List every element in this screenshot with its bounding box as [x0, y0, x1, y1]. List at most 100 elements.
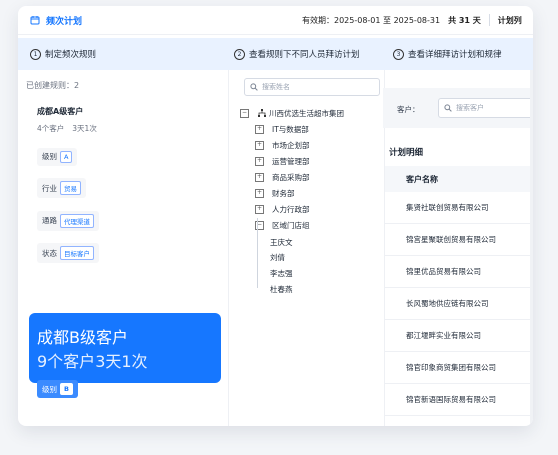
customer-count: 4个客户	[37, 124, 65, 133]
table-header: 客户名称	[385, 166, 533, 192]
rule-meta: 9个客户3天1次	[37, 348, 221, 372]
header-summary: 有效期：2025-08-01 至 2025-08-31 共 31 天 计划列	[302, 6, 533, 34]
frequency-plan-card: 频次计划 有效期：2025-08-01 至 2025-08-31 共 31 天 …	[18, 6, 533, 426]
step-2[interactable]: 2 查看规则下不同人员拜访计划	[234, 38, 360, 70]
attr-tag: 代理渠道	[60, 213, 94, 228]
department-name: IT与数据部	[272, 124, 309, 134]
rule-attr: 通路 代理渠道	[37, 210, 99, 231]
expand-icon[interactable]: +	[255, 124, 264, 134]
department-name: 人力行政部	[272, 204, 310, 214]
table-row[interactable]: 都江堰畔实业有限公司	[385, 320, 533, 352]
rule-name: 成都B级客户	[37, 328, 128, 347]
tree-root[interactable]: − 川西优选生活超市集团	[240, 107, 344, 119]
search-placeholder: 搜索姓名	[262, 83, 290, 91]
tree-person[interactable]: 李志强	[270, 267, 293, 279]
customer-count: 9个客户	[37, 352, 96, 371]
table-row[interactable]: 锦官印象商贸集团有限公司	[385, 352, 533, 384]
rules-panel: 已创建规则：2 成都A级客户 4个客户 3天1次 级别 A 行业 贸易 通路 代理渠道 …	[18, 70, 229, 426]
search-placeholder: 搜索客户	[456, 104, 484, 112]
title-text: 频次计划	[46, 16, 83, 27]
step-label: 查看规则下不同人员拜访计划	[249, 50, 360, 60]
rule-attr-row: 状态 目标客户	[37, 241, 220, 263]
search-icon	[444, 104, 452, 112]
attr-label: 级别	[42, 384, 57, 394]
department-name: 运营管理部	[272, 156, 310, 166]
step-label: 制定频次规则	[45, 50, 97, 60]
tree-department[interactable]: + 运营管理部	[255, 155, 310, 167]
tree-department[interactable]: + 财务部	[255, 187, 295, 199]
customer-filter: 客户： 搜索客户	[383, 88, 533, 128]
attr-label: 状态	[42, 248, 57, 258]
validity-text: 有效期：2025-08-01 至 2025-08-31	[302, 15, 441, 25]
step-number: 2	[234, 48, 245, 60]
rule-name: 成都A级客户	[37, 107, 84, 116]
visit-frequency: 3天1次	[95, 352, 148, 371]
rule-count: 已创建规则：2	[26, 81, 80, 90]
name-search-input[interactable]: 搜索姓名	[244, 78, 380, 96]
rule-card-a[interactable]: 成都A级客户 4个客户 3天1次 级别 A 行业 贸易 通路 代理渠道 状态 目标客户	[26, 106, 220, 263]
tree-person[interactable]: 王庆文	[270, 236, 293, 248]
table-row[interactable]: 锦宫星聚联创贸易有限公司	[385, 224, 533, 256]
tree-department[interactable]: + 商品采购部	[255, 171, 310, 183]
plan-detail-table: 客户名称 集贤社联创贸易有限公司 锦宫星聚联创贸易有限公司 锦里优品贸易有限公司…	[385, 166, 533, 416]
customer-label: 客户：	[397, 105, 420, 114]
attr-tag: 贸易	[60, 181, 81, 195]
collapse-icon[interactable]: −	[240, 108, 249, 118]
table-row[interactable]: 锦官新语国际贸易有限公司	[385, 384, 533, 416]
rule-meta: 4个客户 3天1次	[37, 123, 220, 134]
rule-attr: 状态 目标客户	[37, 243, 99, 263]
top-bar: 频次计划 有效期：2025-08-01 至 2025-08-31 共 31 天 …	[18, 6, 533, 35]
department-name: 财务部	[272, 188, 295, 198]
table-row[interactable]: 锦里优品贸易有限公司	[385, 256, 533, 288]
tree-department[interactable]: + IT与数据部	[255, 123, 309, 135]
org-root-icon	[258, 109, 266, 117]
detail-panel: 客户： 搜索客户 计划明细 客户名称 集贤社联创贸易有限公司 锦宫星聚联创贸易有…	[383, 70, 533, 426]
customer-search-input[interactable]: 搜索客户	[438, 98, 533, 118]
attr-tag: B	[60, 383, 73, 395]
tree-connector	[257, 218, 258, 288]
attr-tag: 目标客户	[60, 246, 94, 260]
step-number: 1	[30, 48, 41, 60]
step-bar: 1 制定频次规则 2 查看规则下不同人员拜访计划 3 查看详细拜访计划和规律	[18, 38, 533, 70]
step-label: 查看详细拜访计划和规律	[408, 50, 502, 60]
rule-attr: 行业 贸易	[37, 178, 86, 198]
rule-card-b-selected[interactable]: 成都B级客户 9个客户3天1次 级别 B	[29, 313, 221, 398]
department-name: 商品采购部	[272, 172, 310, 182]
department-name: 市场企划部	[272, 140, 310, 150]
expand-icon[interactable]: +	[255, 140, 264, 150]
tree-person[interactable]: 杜春燕	[270, 283, 293, 295]
department-name: 区域门店组	[272, 220, 310, 230]
section-title: 计划明细	[389, 148, 424, 158]
scroll-track[interactable]	[530, 70, 533, 426]
org-panel: 搜索姓名 − 川西优选生活超市集团 + IT与数据部 + 市场企划部 + 运营管理部 +…	[228, 70, 385, 426]
visit-frequency: 3天1次	[72, 124, 97, 133]
tree-department[interactable]: + 人力行政部	[255, 203, 310, 215]
step-3[interactable]: 3 查看详细拜访计划和规律	[393, 38, 502, 70]
tree-person[interactable]: 刘倩	[270, 251, 285, 263]
expand-icon[interactable]: +	[255, 172, 264, 182]
search-icon	[250, 83, 258, 91]
attr-label: 级别	[42, 152, 57, 161]
expand-icon[interactable]: +	[255, 188, 264, 198]
tree-department[interactable]: + 市场企划部	[255, 139, 310, 151]
total-days: 共 31 天	[448, 15, 481, 25]
attr-tag: A	[60, 150, 73, 163]
rule-attr: 级别 B	[37, 380, 78, 398]
page-title: 频次计划	[30, 14, 82, 27]
step-number: 3	[393, 48, 404, 60]
header-divider	[488, 14, 490, 26]
plan-label: 计划列	[497, 15, 522, 25]
expand-icon[interactable]: +	[255, 156, 264, 166]
rule-attr-row: 通路 代理渠道	[37, 208, 220, 231]
attr-label: 行业	[42, 183, 57, 193]
table-row[interactable]: 长风蜀地供应链有限公司	[385, 288, 533, 320]
tree-department[interactable]: − 区域门店组	[255, 219, 310, 231]
attr-label: 通路	[42, 216, 57, 225]
step-1[interactable]: 1 制定频次规则	[30, 38, 96, 70]
calendar-icon	[30, 16, 40, 25]
rule-attr: 级别 A	[37, 147, 78, 166]
org-root-name: 川西优选生活超市集团	[269, 108, 344, 118]
table-row[interactable]: 集贤社联创贸易有限公司	[385, 192, 533, 224]
expand-icon[interactable]: +	[255, 204, 264, 214]
rule-attr-row: 行业 贸易	[37, 176, 220, 198]
